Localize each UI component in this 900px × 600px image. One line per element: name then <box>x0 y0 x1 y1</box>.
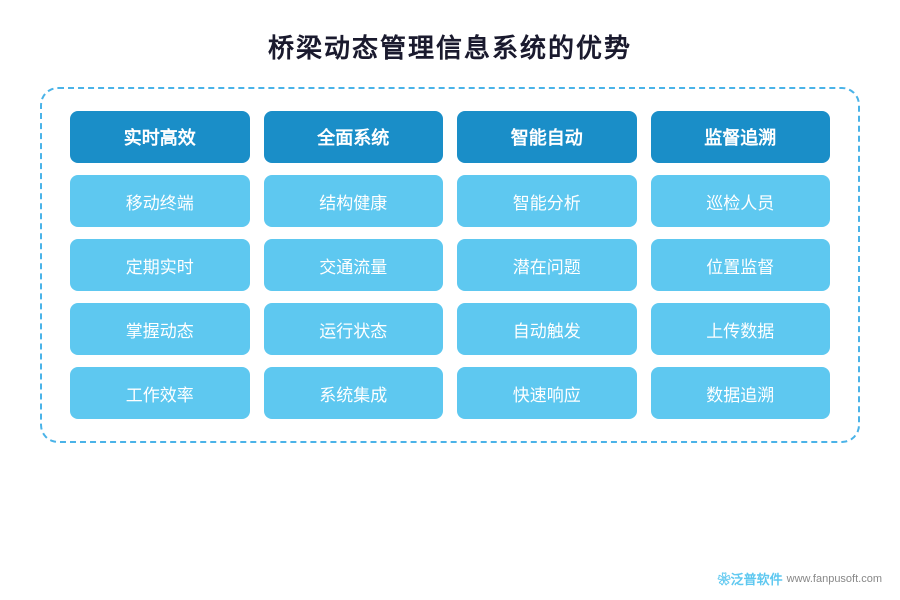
item-0-3: 巡检人员 <box>651 175 831 227</box>
header-cell-1: 全面系统 <box>264 111 444 163</box>
item-1-0: 定期实时 <box>70 239 250 291</box>
header-cell-2: 智能自动 <box>457 111 637 163</box>
watermark-url: www.fanpusoft.com <box>787 573 882 585</box>
item-1-1: 交通流量 <box>264 239 444 291</box>
item-2-2: 自动触发 <box>457 303 637 355</box>
item-0-0: 移动终端 <box>70 175 250 227</box>
page-title: 桥梁动态管理信息系统的优势 <box>268 28 632 65</box>
item-1-2: 潜在问题 <box>457 239 637 291</box>
item-3-2: 快速响应 <box>457 367 637 419</box>
item-1-3: 位置监督 <box>651 239 831 291</box>
item-0-2: 智能分析 <box>457 175 637 227</box>
item-2-0: 掌握动态 <box>70 303 250 355</box>
feature-grid: 实时高效 全面系统 智能自动 监督追溯 移动终端 结构健康 智能分析 巡检人员 … <box>70 111 830 419</box>
item-0-1: 结构健康 <box>264 175 444 227</box>
header-cell-0: 实时高效 <box>70 111 250 163</box>
watermark-logo: ❀泛普软件 <box>718 569 783 588</box>
item-2-1: 运行状态 <box>264 303 444 355</box>
content-box: 实时高效 全面系统 智能自动 监督追溯 移动终端 结构健康 智能分析 巡检人员 … <box>40 87 860 443</box>
item-3-1: 系统集成 <box>264 367 444 419</box>
item-3-3: 数据追溯 <box>651 367 831 419</box>
item-2-3: 上传数据 <box>651 303 831 355</box>
watermark: ❀泛普软件 www.fanpusoft.com <box>718 569 882 588</box>
header-cell-3: 监督追溯 <box>651 111 831 163</box>
item-3-0: 工作效率 <box>70 367 250 419</box>
